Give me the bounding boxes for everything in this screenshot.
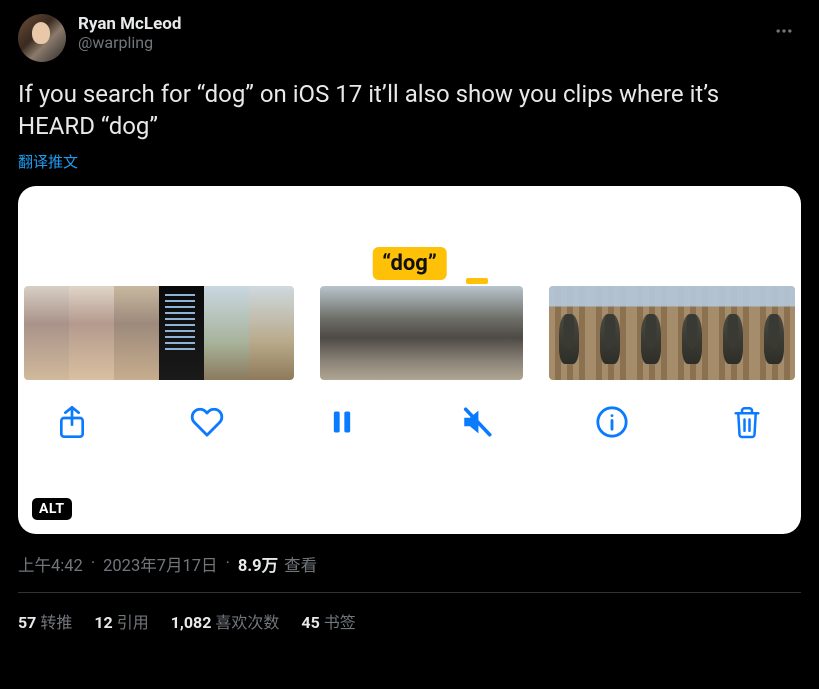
info-icon	[595, 405, 629, 439]
trash-icon	[732, 405, 762, 439]
clip-frame	[590, 286, 631, 380]
clip-frame	[713, 286, 754, 380]
more-button[interactable]	[767, 14, 801, 48]
translate-link[interactable]: 翻译推文	[18, 151, 78, 172]
pause-button[interactable]	[322, 402, 362, 442]
quotes-stat[interactable]: 12 引用	[94, 609, 148, 633]
views-count[interactable]: 8.9万	[238, 552, 278, 576]
media-preview-area: “dog”	[18, 186, 801, 286]
info-button[interactable]	[592, 402, 632, 442]
clip-frame	[421, 286, 472, 380]
clip-frame	[320, 286, 371, 380]
views-label: 查看	[284, 552, 317, 576]
author-display-name[interactable]: Ryan McLeod	[78, 14, 181, 34]
tweet-meta: 上午4:42 · 2023年7月17日 · 8.9万 查看	[18, 552, 801, 576]
tweet-time[interactable]: 上午4:42	[18, 552, 83, 576]
share-button[interactable]	[52, 402, 92, 442]
bookmarks-count: 45	[301, 613, 319, 632]
like-button[interactable]	[187, 402, 227, 442]
clip-frame	[114, 286, 159, 380]
tweet-date[interactable]: 2023年7月17日	[103, 552, 217, 576]
quotes-count: 12	[94, 613, 112, 632]
mute-icon	[459, 405, 495, 439]
likes-stat[interactable]: 1,082喜欢次数	[171, 609, 280, 633]
retweets-count: 57	[18, 613, 36, 632]
clip-group[interactable]	[320, 286, 523, 380]
tweet-stats: 57转推 12 引用 1,082喜欢次数 45 书签	[18, 593, 801, 633]
pause-icon	[328, 406, 356, 438]
author-name-block: Ryan McLeod @warpling	[78, 14, 181, 52]
media-card[interactable]: “dog”	[18, 186, 801, 534]
author-handle[interactable]: @warpling	[78, 33, 181, 52]
clip-frame	[204, 286, 249, 380]
delete-button[interactable]	[727, 402, 767, 442]
tweet-header: Ryan McLeod @warpling	[18, 14, 801, 62]
quotes-label: 引用	[117, 613, 149, 632]
tweet-text: If you search for “dog” on iOS 17 it’ll …	[18, 78, 801, 143]
retweets-label: 转推	[40, 613, 72, 632]
clip-group[interactable]	[24, 286, 294, 380]
clip-frame	[472, 286, 523, 380]
clip-frame	[370, 286, 421, 380]
separator: ·	[89, 554, 97, 573]
clip-frame	[549, 286, 590, 380]
clip-group[interactable]	[549, 286, 795, 380]
mute-button[interactable]	[457, 402, 497, 442]
clip-frame	[69, 286, 114, 380]
clip-frame	[672, 286, 713, 380]
likes-label: 喜欢次数	[215, 613, 279, 632]
heart-icon	[189, 405, 225, 439]
separator: ·	[224, 554, 232, 573]
clip-frame	[24, 286, 69, 380]
media-toolbar	[18, 380, 801, 442]
alt-badge[interactable]: ALT	[32, 498, 72, 520]
clip-frame	[159, 286, 204, 380]
bookmarks-stat[interactable]: 45 书签	[301, 609, 355, 633]
retweets-stat[interactable]: 57转推	[18, 609, 72, 633]
more-icon	[774, 21, 794, 41]
likes-count: 1,082	[171, 613, 212, 632]
tweet-container: Ryan McLeod @warpling If you search for …	[0, 0, 819, 633]
avatar[interactable]	[18, 14, 66, 62]
bookmarks-label: 书签	[324, 613, 356, 632]
caption-label: “dog”	[372, 247, 447, 280]
clip-frame	[631, 286, 672, 380]
share-icon	[56, 404, 88, 440]
clip-frame	[249, 286, 294, 380]
caption-anchor-marker	[466, 278, 488, 284]
clip-frame	[754, 286, 795, 380]
video-timeline[interactable]	[18, 286, 801, 380]
